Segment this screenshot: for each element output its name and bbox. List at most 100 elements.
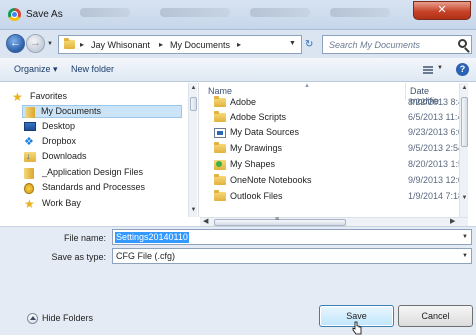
close-button[interactable]: ✕: [413, 1, 471, 20]
scroll-down-icon[interactable]: ▼: [189, 207, 198, 213]
recent-locations-dropdown-icon[interactable]: ▼: [47, 41, 53, 47]
window-title: Save As: [26, 9, 63, 20]
sidebar-item-standards-and-processes[interactable]: Standards and Processes: [24, 182, 182, 195]
file-name-field[interactable]: Settings20140110 ▼: [112, 229, 472, 245]
folder-icon: [64, 38, 75, 49]
file-row[interactable]: Outlook Files 1/9/2014 7:18: [200, 190, 468, 203]
file-name: My Data Sources: [230, 127, 300, 137]
file-name: Outlook Files: [230, 191, 283, 201]
sidebar-item-desktop[interactable]: Desktop: [24, 121, 182, 134]
sidebar-item-work-bay[interactable]: ★ Work Bay: [24, 198, 182, 211]
file-date: 9/23/2013 6:0: [408, 127, 464, 137]
file-row[interactable]: OneNote Notebooks 9/9/2013 12:0: [200, 174, 468, 187]
file-name: Adobe Scripts: [230, 112, 287, 122]
sidebar-item-my-documents[interactable]: My Documents: [22, 105, 182, 118]
folder-icon: [214, 111, 226, 122]
hand-cursor-icon: [352, 321, 362, 335]
hide-folders-icon[interactable]: [27, 313, 38, 324]
file-list-horizontal-scrollbar[interactable]: ◀ ≡ ▶: [200, 216, 468, 226]
back-button[interactable]: ←: [6, 34, 25, 53]
breadcrumb-separator[interactable]: ▸: [159, 40, 163, 49]
file-name-label: File name:: [63, 233, 106, 243]
file-name: My Shapes: [230, 159, 276, 169]
folder-icon: [214, 96, 226, 107]
navigation-bar: ← → ▼ ▸ Jay Whisonant ▸ My Documents ▸ ▼…: [0, 30, 476, 58]
file-name: Adobe: [230, 97, 257, 107]
scrollbar-thumb[interactable]: ≡: [214, 216, 346, 226]
scroll-up-icon[interactable]: ▲: [460, 85, 468, 91]
file-row[interactable]: My Shapes 8/20/2013 1:5: [200, 158, 468, 171]
file-date: 1/9/2014 7:18: [408, 191, 464, 201]
sidebar-item-label: Work Bay: [42, 198, 81, 208]
cancel-button[interactable]: Cancel: [398, 305, 473, 327]
search-box[interactable]: Search My Documents: [322, 35, 472, 54]
background-tab-blur: [250, 8, 310, 17]
help-icon[interactable]: ?: [456, 63, 469, 76]
folder-icon: [214, 174, 226, 185]
refresh-icon[interactable]: ↻: [305, 39, 313, 50]
file-name: OneNote Notebooks: [230, 175, 312, 185]
dropbox-icon: ❖: [24, 136, 34, 148]
folder-icon: [25, 107, 35, 118]
new-folder-button[interactable]: New folder: [71, 64, 114, 74]
chrome-icon: [8, 8, 21, 21]
address-bar[interactable]: ▸ Jay Whisonant ▸ My Documents ▸ ▼: [58, 35, 302, 54]
sidebar-item-label: Dropbox: [42, 136, 77, 146]
file-name: My Drawings: [230, 143, 283, 153]
scroll-right-icon[interactable]: ▶: [450, 217, 455, 225]
desktop-icon: [24, 122, 36, 131]
forward-button[interactable]: →: [26, 34, 45, 53]
sidebar-item-label: Favorites: [30, 91, 68, 101]
folder-icon: [214, 142, 226, 153]
file-date: 8/20/2013 1:5: [408, 159, 464, 169]
breadcrumb-jay-whisonant[interactable]: Jay Whisonant: [91, 40, 150, 50]
background-tab-blur: [160, 8, 230, 17]
title-bar: Save As ✕: [0, 0, 476, 30]
scroll-down-icon[interactable]: ▼: [460, 195, 468, 201]
sidebar-item-application-design-files[interactable]: _Application Design Files: [24, 167, 182, 180]
file-date: 9/5/2013 2:54: [408, 143, 464, 153]
scrollbar-thumb[interactable]: [190, 97, 197, 111]
sidebar-item-label: Downloads: [42, 151, 87, 161]
scrollbar-thumb[interactable]: [461, 97, 468, 147]
address-dropdown-icon[interactable]: ▼: [289, 40, 296, 47]
file-row[interactable]: My Data Sources 9/23/2013 6:0: [200, 126, 468, 139]
folder-icon: [214, 190, 226, 201]
sidebar-item-dropbox[interactable]: ❖ Dropbox: [24, 136, 182, 149]
sidebar-item-label: Standards and Processes: [42, 182, 146, 192]
search-icon[interactable]: [458, 39, 467, 48]
navigation-pane-scrollbar[interactable]: ▲ ▼: [188, 83, 197, 217]
sort-ascending-icon: ▲: [304, 83, 310, 89]
background-tab-blur: [80, 8, 130, 17]
data-sources-icon: [214, 128, 226, 138]
search-input[interactable]: Search My Documents: [329, 40, 420, 50]
scroll-up-icon[interactable]: ▲: [189, 85, 198, 91]
sidebar-item-downloads[interactable]: Downloads: [24, 151, 182, 164]
breadcrumb-my-documents[interactable]: My Documents: [170, 40, 230, 50]
save-as-type-select[interactable]: CFG File (.cfg) ▼: [112, 248, 472, 264]
column-header-label: Name: [208, 86, 233, 96]
file-date: 8/22/2013 8:4: [408, 97, 464, 107]
change-view-icon[interactable]: [423, 66, 433, 74]
file-row[interactable]: Adobe 8/22/2013 8:4: [200, 96, 468, 109]
file-list-scrollbar[interactable]: ▲ ▼: [459, 83, 468, 217]
sidebar-item-label: Desktop: [42, 121, 76, 131]
chevron-down-icon[interactable]: ▼: [462, 253, 468, 259]
star-icon: ★: [12, 90, 23, 104]
breadcrumb-separator[interactable]: ▸: [80, 40, 84, 49]
sidebar-item-favorites[interactable]: ★ Favorites: [12, 91, 182, 104]
save-as-type-value: CFG File (.cfg): [116, 251, 176, 261]
scroll-left-icon[interactable]: ◀: [203, 217, 208, 225]
file-name-value[interactable]: Settings20140110: [115, 232, 189, 243]
chevron-down-icon[interactable]: ▼: [462, 234, 468, 240]
background-tab-blur: [330, 8, 390, 17]
file-date: 6/5/2013 11:4: [408, 112, 463, 122]
breadcrumb-separator[interactable]: ▸: [237, 40, 241, 49]
hide-folders-button[interactable]: Hide Folders: [42, 313, 93, 323]
view-options-dropdown-icon[interactable]: ▼: [437, 65, 443, 71]
save-as-type-label: Save as type:: [51, 252, 106, 262]
organize-button[interactable]: Organize ▾: [14, 64, 58, 75]
file-row[interactable]: Adobe Scripts 6/5/2013 11:4: [200, 111, 468, 124]
file-row[interactable]: My Drawings 9/5/2013 2:54: [200, 142, 468, 155]
file-date: 9/9/2013 12:0: [408, 175, 464, 185]
